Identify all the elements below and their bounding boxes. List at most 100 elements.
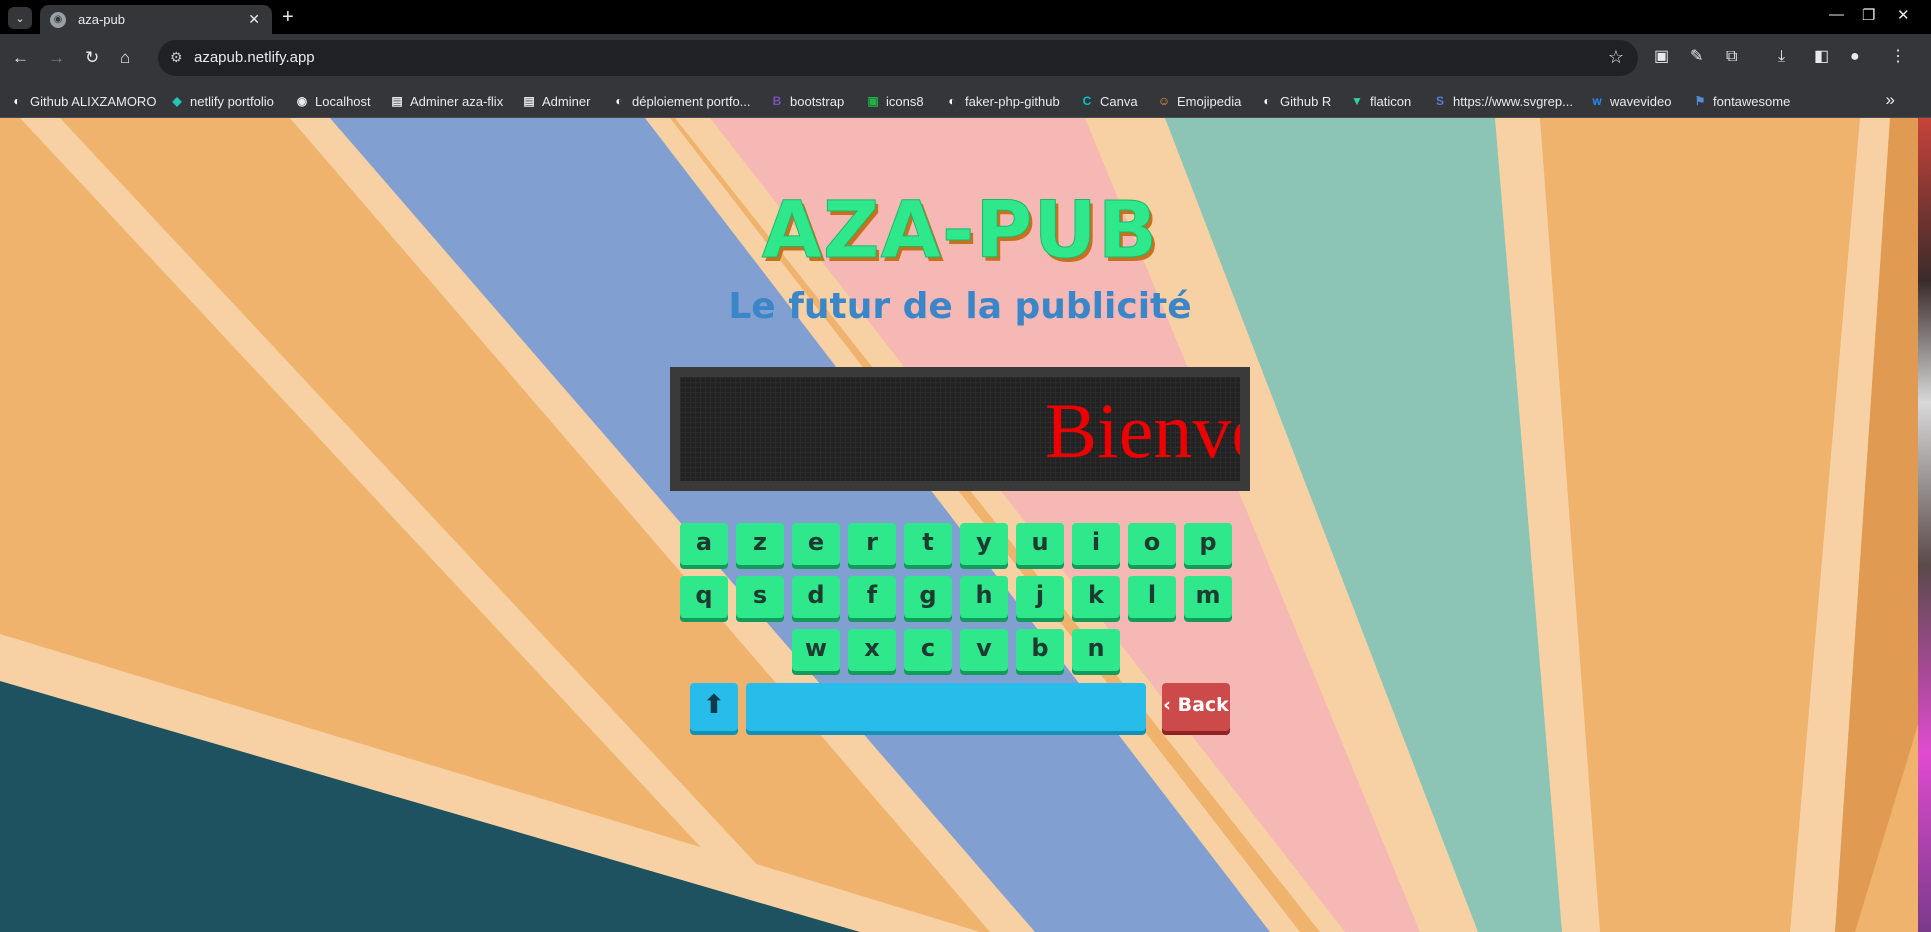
- home-icon[interactable]: ⌂: [120, 48, 130, 68]
- key-p[interactable]: p: [1184, 523, 1232, 565]
- bookmark-label: fontawesome: [1713, 93, 1791, 109]
- reload-icon[interactable]: ↻: [85, 48, 99, 68]
- bootstrap-icon: B: [772, 94, 782, 108]
- svgrepo-icon: S: [1435, 94, 1444, 108]
- bookmark-label: Adminer: [542, 93, 591, 109]
- key-c[interactable]: c: [904, 629, 952, 671]
- icons8-icon: ▣: [867, 94, 879, 108]
- adminer-icon: ▤: [391, 94, 403, 108]
- key-z[interactable]: z: [736, 523, 784, 565]
- new-tab-button[interactable]: +: [282, 7, 294, 27]
- key-b[interactable]: b: [1016, 629, 1064, 671]
- bookmark-item[interactable]: Shttps://www.svgrep...: [1433, 92, 1573, 110]
- key-v[interactable]: v: [960, 629, 1008, 671]
- key-m[interactable]: m: [1184, 576, 1232, 618]
- bookmarks-bar: ◐ Github ALIXZAMORO ◆ netlify portfolio ◉ Loc…: [0, 84, 1931, 118]
- bookmark-label: faker-php-github: [965, 93, 1060, 109]
- adminer-icon: ▤: [523, 94, 535, 108]
- globe-icon: ◉: [50, 11, 66, 28]
- url-text[interactable]: azapub.netlify.app: [194, 49, 315, 66]
- bookmark-label: Github ALIXZAMORO: [30, 93, 157, 109]
- bookmark-item[interactable]: w wavevideo: [1590, 92, 1671, 110]
- key-e[interactable]: e: [792, 523, 840, 565]
- bookmark-item[interactable]: ⚑ fontawesome: [1693, 92, 1791, 110]
- bookmark-label: flaticon: [1370, 93, 1412, 109]
- github-icon: ◐: [1263, 94, 1271, 108]
- key-w[interactable]: w: [792, 629, 840, 671]
- key-x[interactable]: x: [848, 629, 896, 671]
- close-tab-icon[interactable]: ✕: [248, 11, 260, 28]
- bookmark-item[interactable]: ◐ faker-php-github: [945, 92, 1060, 110]
- bookmark-item[interactable]: ◆ netlify portfolio: [170, 92, 274, 110]
- bookmark-item[interactable]: ◐ déploiement portfo...: [612, 92, 751, 110]
- key-y[interactable]: y: [960, 523, 1008, 565]
- key-h[interactable]: h: [960, 576, 1008, 618]
- side-panel-icon[interactable]: ◧: [1814, 48, 1829, 66]
- backspace-key[interactable]: ‹ Back: [1162, 683, 1230, 731]
- profile-avatar-icon[interactable]: ●: [1850, 48, 1860, 66]
- extension-pdf-icon[interactable]: ▣: [1654, 48, 1669, 66]
- download-icon[interactable]: ⤓: [1778, 48, 1785, 66]
- key-i[interactable]: i: [1072, 523, 1120, 565]
- github-icon: ◐: [13, 94, 21, 108]
- active-tab[interactable]: ◉ aza-pub ✕: [40, 5, 272, 34]
- bookmark-item[interactable]: Bbootstrap: [770, 92, 845, 110]
- emojipedia-icon: ☺: [1157, 94, 1171, 108]
- bookmark-item[interactable]: ◉ Localhost: [295, 92, 371, 110]
- bookmark-item[interactable]: ▣ icons8: [866, 92, 924, 110]
- key-g[interactable]: g: [904, 576, 952, 618]
- bookmark-item[interactable]: C Canva: [1080, 92, 1138, 110]
- bookmark-label: https://www.svgrep...: [1453, 93, 1573, 109]
- key-k[interactable]: k: [1072, 576, 1120, 618]
- bookmark-item[interactable]: ▼ flaticon: [1350, 92, 1411, 110]
- key-s[interactable]: s: [736, 576, 784, 618]
- key-q[interactable]: q: [680, 576, 728, 618]
- key-t[interactable]: t: [904, 523, 952, 565]
- bookmark-label: Canva: [1100, 93, 1138, 109]
- tab-title: aza-pub: [78, 12, 125, 27]
- key-a[interactable]: a: [680, 523, 728, 565]
- more-menu-icon[interactable]: ⋮: [1890, 48, 1906, 66]
- key-f[interactable]: f: [848, 576, 896, 618]
- eyedropper-icon[interactable]: ✎: [1690, 48, 1703, 66]
- bookmark-star-icon[interactable]: ☆: [1608, 47, 1624, 68]
- key-u[interactable]: u: [1016, 523, 1064, 565]
- back-arrow-icon[interactable]: ←: [12, 48, 29, 68]
- bookmark-label: Localhost: [315, 93, 371, 109]
- key-r[interactable]: r: [848, 523, 896, 565]
- bookmark-label: Emojipedia: [1177, 93, 1242, 109]
- key-l[interactable]: l: [1128, 576, 1176, 618]
- bookmark-item[interactable]: ▤ Adminer aza-flix: [390, 92, 503, 110]
- bookmark-item[interactable]: ☺ Emojipedia: [1157, 92, 1241, 110]
- key-j[interactable]: j: [1016, 576, 1064, 618]
- bookmark-label: Github R: [1280, 93, 1332, 109]
- bookmark-label: netlify portfolio: [190, 93, 274, 109]
- tab-bar: ⌄ ◉ aza-pub ✕ + — ❐ ✕: [0, 0, 1931, 34]
- forward-arrow-icon[interactable]: →: [48, 48, 65, 68]
- key-n[interactable]: n: [1072, 629, 1120, 671]
- bookmark-item[interactable]: ◐ Github ALIXZAMORO: [10, 92, 156, 110]
- bookmark-label: déploiement portfo...: [632, 93, 751, 109]
- github-icon: ◐: [615, 94, 623, 108]
- page-viewport: AZA-PUB Le futur de la publicité Bienven…: [0, 118, 1931, 932]
- address-bar[interactable]: ⚙ azapub.netlify.app ☆: [158, 40, 1638, 76]
- bookmark-item[interactable]: ▤ Adminer: [522, 92, 590, 110]
- bookmark-item[interactable]: ◐ Github R: [1260, 92, 1331, 110]
- minimize-icon[interactable]: —: [1829, 6, 1844, 23]
- close-window-icon[interactable]: ✕: [1897, 6, 1910, 24]
- globe-icon: ◉: [296, 94, 308, 108]
- more-bookmarks-icon[interactable]: »: [1886, 90, 1895, 110]
- flag-icon: ⚑: [1694, 94, 1706, 108]
- site-info-icon[interactable]: ⚙: [170, 49, 183, 66]
- key-o[interactable]: o: [1128, 523, 1176, 565]
- wavevideo-icon: w: [1592, 94, 1602, 108]
- tab-search-button[interactable]: ⌄: [8, 7, 32, 29]
- restore-icon[interactable]: ❐: [1862, 6, 1875, 24]
- space-bar[interactable]: [746, 683, 1146, 731]
- key-d[interactable]: d: [792, 576, 840, 618]
- canva-icon: C: [1082, 94, 1092, 108]
- extensions-puzzle-icon[interactable]: ⧉: [1726, 48, 1737, 66]
- flaticon-icon: ▼: [1351, 94, 1363, 108]
- bookmark-label: icons8: [886, 93, 924, 109]
- shift-key[interactable]: ⬆: [690, 683, 738, 731]
